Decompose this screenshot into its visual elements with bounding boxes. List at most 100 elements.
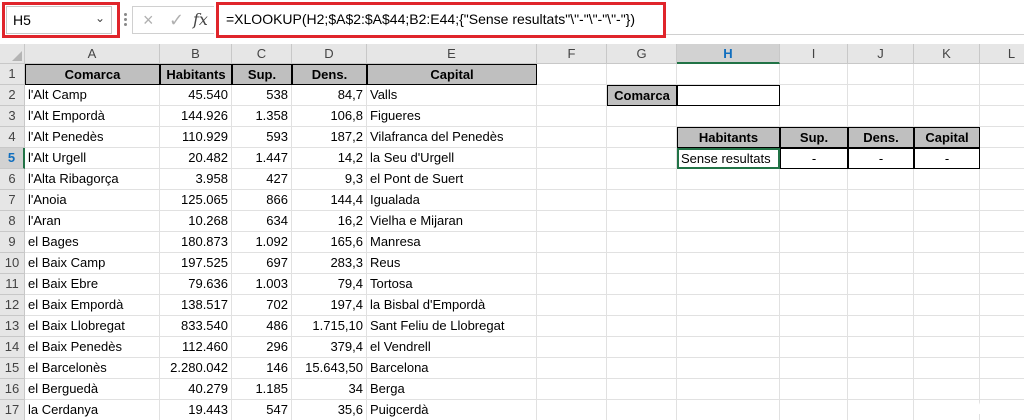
select-all-corner[interactable] <box>0 44 25 64</box>
grid-cell[interactable] <box>914 169 980 190</box>
table-cell[interactable]: el Pont de Suert <box>367 169 537 190</box>
table-cell[interactable]: Puigcerdà <box>367 400 537 420</box>
grid-cell[interactable] <box>537 400 607 420</box>
grid-cell[interactable] <box>914 295 980 316</box>
table-cell[interactable]: Figueres <box>367 106 537 127</box>
cancel-icon[interactable]: × <box>143 10 154 31</box>
table-cell[interactable]: 40.279 <box>160 379 232 400</box>
row-header-11[interactable]: 11 <box>0 274 25 295</box>
grid-cell[interactable] <box>607 106 677 127</box>
grid-cell[interactable] <box>677 379 780 400</box>
column-header-k[interactable]: K <box>914 44 980 64</box>
table-cell[interactable]: 1.715,10 <box>292 316 367 337</box>
table-cell[interactable]: 702 <box>232 295 292 316</box>
grid-cell[interactable] <box>607 169 677 190</box>
table-cell[interactable]: l'Alt Urgell <box>25 148 160 169</box>
lookup-input[interactable] <box>677 85 780 106</box>
row-header-6[interactable]: 6 <box>0 169 25 190</box>
grid-cell[interactable] <box>607 400 677 420</box>
table-cell[interactable]: 14,2 <box>292 148 367 169</box>
grid-cell[interactable] <box>780 211 848 232</box>
grid-cell[interactable] <box>780 400 848 420</box>
grid-cell[interactable] <box>914 337 980 358</box>
grid-cell[interactable] <box>980 316 1024 337</box>
grid-cell[interactable] <box>607 64 677 85</box>
table-cell[interactable]: 833.540 <box>160 316 232 337</box>
table-cell[interactable]: el Baix Ebre <box>25 274 160 295</box>
row-header-5[interactable]: 5 <box>0 148 25 169</box>
grid-cell[interactable] <box>914 64 980 85</box>
grid-cell[interactable] <box>537 379 607 400</box>
table-cell[interactable]: 15.643,50 <box>292 358 367 379</box>
grid-cell[interactable] <box>914 274 980 295</box>
grid-cell[interactable] <box>537 232 607 253</box>
select-all-icon[interactable] <box>12 51 22 61</box>
grid-cell[interactable] <box>848 337 914 358</box>
grid-cell[interactable] <box>914 106 980 127</box>
row-header-9[interactable]: 9 <box>0 232 25 253</box>
table-cell[interactable]: l'Alt Camp <box>25 85 160 106</box>
table-cell[interactable]: 79.636 <box>160 274 232 295</box>
table-cell[interactable]: 79,4 <box>292 274 367 295</box>
grid-cell[interactable] <box>780 295 848 316</box>
grid-cell[interactable] <box>780 64 848 85</box>
grid-cell[interactable] <box>914 316 980 337</box>
row-header-16[interactable]: 16 <box>0 379 25 400</box>
column-header-a[interactable]: A <box>25 44 160 64</box>
table-cell[interactable]: 547 <box>232 400 292 420</box>
column-header-i[interactable]: I <box>780 44 848 64</box>
grid-cell[interactable] <box>780 379 848 400</box>
grid-cell[interactable] <box>537 106 607 127</box>
grid-cell[interactable] <box>980 190 1024 211</box>
grid-cell[interactable] <box>780 337 848 358</box>
table-cell[interactable]: 165,6 <box>292 232 367 253</box>
table-cell[interactable]: l'Alta Ribagorça <box>25 169 160 190</box>
grid-cell[interactable] <box>780 190 848 211</box>
grid-cell[interactable] <box>537 358 607 379</box>
grid-cell[interactable] <box>780 358 848 379</box>
table-cell[interactable]: 427 <box>232 169 292 190</box>
grid-cell[interactable] <box>980 358 1024 379</box>
name-box[interactable]: H5 ⌄ <box>6 6 112 34</box>
table-header-cell[interactable]: Comarca <box>25 64 160 85</box>
table-cell[interactable]: 35,6 <box>292 400 367 420</box>
table-cell[interactable]: Barcelona <box>367 358 537 379</box>
table-cell[interactable]: 20.482 <box>160 148 232 169</box>
table-cell[interactable]: 9,3 <box>292 169 367 190</box>
result-value-cell[interactable]: - <box>848 148 914 169</box>
table-cell[interactable]: el Berguedà <box>25 379 160 400</box>
table-cell[interactable]: Vielha e Mijaran <box>367 211 537 232</box>
grid-cell[interactable] <box>914 85 980 106</box>
row-header-4[interactable]: 4 <box>0 127 25 148</box>
table-cell[interactable]: 1.003 <box>232 274 292 295</box>
table-cell[interactable]: 125.065 <box>160 190 232 211</box>
table-cell[interactable]: 138.517 <box>160 295 232 316</box>
table-cell[interactable]: el Baix Camp <box>25 253 160 274</box>
grid-cell[interactable] <box>914 211 980 232</box>
grid-cell[interactable] <box>677 253 780 274</box>
row-header-13[interactable]: 13 <box>0 316 25 337</box>
table-cell[interactable]: 180.873 <box>160 232 232 253</box>
table-cell[interactable]: Valls <box>367 85 537 106</box>
row-header-12[interactable]: 12 <box>0 295 25 316</box>
table-cell[interactable]: 144,4 <box>292 190 367 211</box>
grid-cell[interactable] <box>780 106 848 127</box>
column-header-l[interactable]: L <box>980 44 1024 64</box>
table-cell[interactable]: 283,3 <box>292 253 367 274</box>
table-header-cell[interactable]: Habitants <box>160 64 232 85</box>
grid-cell[interactable] <box>914 232 980 253</box>
column-header-b[interactable]: B <box>160 44 232 64</box>
table-cell[interactable]: 146 <box>232 358 292 379</box>
grid-cell[interactable] <box>914 253 980 274</box>
grid-cell[interactable] <box>980 400 1024 420</box>
table-cell[interactable]: 1.358 <box>232 106 292 127</box>
grid-cell[interactable] <box>607 358 677 379</box>
table-cell[interactable]: 3.958 <box>160 169 232 190</box>
grid-cell[interactable] <box>677 169 780 190</box>
grid-cell[interactable] <box>848 190 914 211</box>
table-cell[interactable]: l'Alt Empordà <box>25 106 160 127</box>
grid-cell[interactable] <box>848 316 914 337</box>
grid-cell[interactable] <box>848 106 914 127</box>
table-cell[interactable]: 2.280.042 <box>160 358 232 379</box>
column-header-f[interactable]: F <box>537 44 607 64</box>
